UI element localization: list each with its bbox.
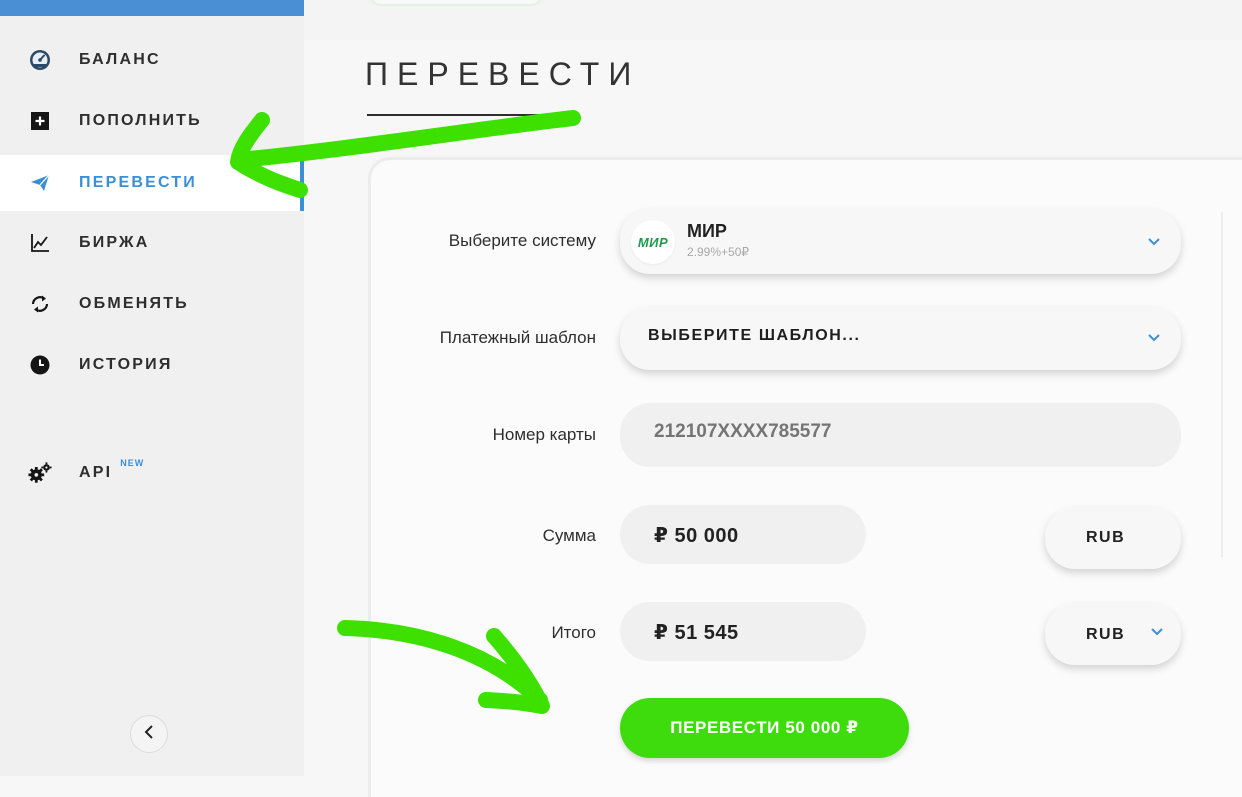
title-underline	[367, 114, 577, 116]
gears-icon	[28, 461, 52, 485]
sidebar-item-transfer[interactable]: ПЕРЕВЕСТИ	[0, 155, 304, 211]
sidebar-item-label: ОБМЕНЯТЬ	[79, 295, 189, 312]
exchange-arrows-icon	[28, 292, 52, 316]
chevron-left-icon	[143, 724, 155, 745]
plus-square-icon	[28, 109, 52, 133]
paper-plane-icon	[28, 171, 52, 195]
top-pill	[369, 0, 543, 6]
sidebar-item-label: API NEW	[79, 458, 144, 482]
vertical-divider	[1221, 212, 1223, 557]
mir-logo-text: МИР	[637, 234, 669, 250]
total-currency: RUB	[1086, 626, 1126, 643]
system-select[interactable]: МИР МИР 2.99%+50₽	[620, 209, 1181, 274]
sidebar-item-label: БИРЖА	[79, 234, 150, 251]
sidebar-collapse-button[interactable]	[130, 715, 168, 753]
system-label: Выберите систему	[448, 231, 596, 250]
sidebar-item-api[interactable]: API NEW	[0, 445, 304, 501]
card-number-label: Номер карты	[492, 425, 596, 444]
new-badge: NEW	[120, 458, 145, 468]
total-label: Итого	[551, 623, 596, 642]
template-value: ВЫБЕРИТЕ ШАБЛОН...	[648, 327, 861, 344]
card-number-field[interactable]	[620, 403, 1181, 467]
page-title: ПЕРЕВЕСТИ	[365, 56, 641, 92]
dashboard-gauge-icon	[28, 48, 52, 72]
sidebar: БАЛАНС ПОПОЛНИТЬ ПЕРЕВЕСТИ БИРЖА ОБМЕНЯТ…	[0, 0, 304, 776]
sidebar-item-label: ПЕРЕВЕСТИ	[79, 174, 197, 191]
template-label: Платежный шаблон	[439, 328, 596, 347]
amount-currency-select[interactable]: RUB	[1045, 507, 1181, 569]
amount-field[interactable]: ₽ 50 000	[620, 505, 866, 564]
mir-logo: МИР	[631, 220, 675, 264]
amount-value: ₽ 50 000	[654, 525, 739, 547]
total-value: ₽ 51 545	[654, 622, 739, 644]
total-field: ₽ 51 545	[620, 602, 866, 661]
chevron-down-icon	[1148, 238, 1160, 246]
card-number-input[interactable]	[654, 421, 1154, 443]
sidebar-item-topup[interactable]: ПОПОЛНИТЬ	[0, 93, 304, 149]
template-select[interactable]: ВЫБЕРИТЕ ШАБЛОН...	[620, 307, 1181, 370]
clock-icon	[28, 353, 52, 377]
sidebar-item-label: БАЛАНС	[79, 51, 161, 68]
line-chart-icon	[28, 231, 52, 255]
chevron-down-icon	[1148, 334, 1160, 342]
amount-currency: RUB	[1086, 529, 1126, 546]
transfer-submit-button[interactable]: ПЕРЕВЕСТИ 50 000 ₽	[620, 698, 909, 758]
sidebar-item-exchange-market[interactable]: БИРЖА	[0, 215, 304, 271]
system-fee: 2.99%+50₽	[687, 245, 750, 259]
top-strip	[304, 0, 1242, 40]
sidebar-item-history[interactable]: ИСТОРИЯ	[0, 337, 304, 393]
sidebar-item-balance[interactable]: БАЛАНС	[0, 32, 304, 88]
total-currency-select[interactable]: RUB	[1045, 603, 1181, 665]
amount-label: Сумма	[542, 526, 596, 545]
api-label: API	[79, 464, 113, 481]
system-name: МИР	[687, 221, 727, 241]
sidebar-item-label: ПОПОЛНИТЬ	[79, 112, 202, 129]
sidebar-item-swap[interactable]: ОБМЕНЯТЬ	[0, 276, 304, 332]
sidebar-top-bar	[0, 0, 304, 16]
chevron-down-icon	[1151, 628, 1163, 636]
sidebar-item-label: ИСТОРИЯ	[79, 356, 173, 373]
